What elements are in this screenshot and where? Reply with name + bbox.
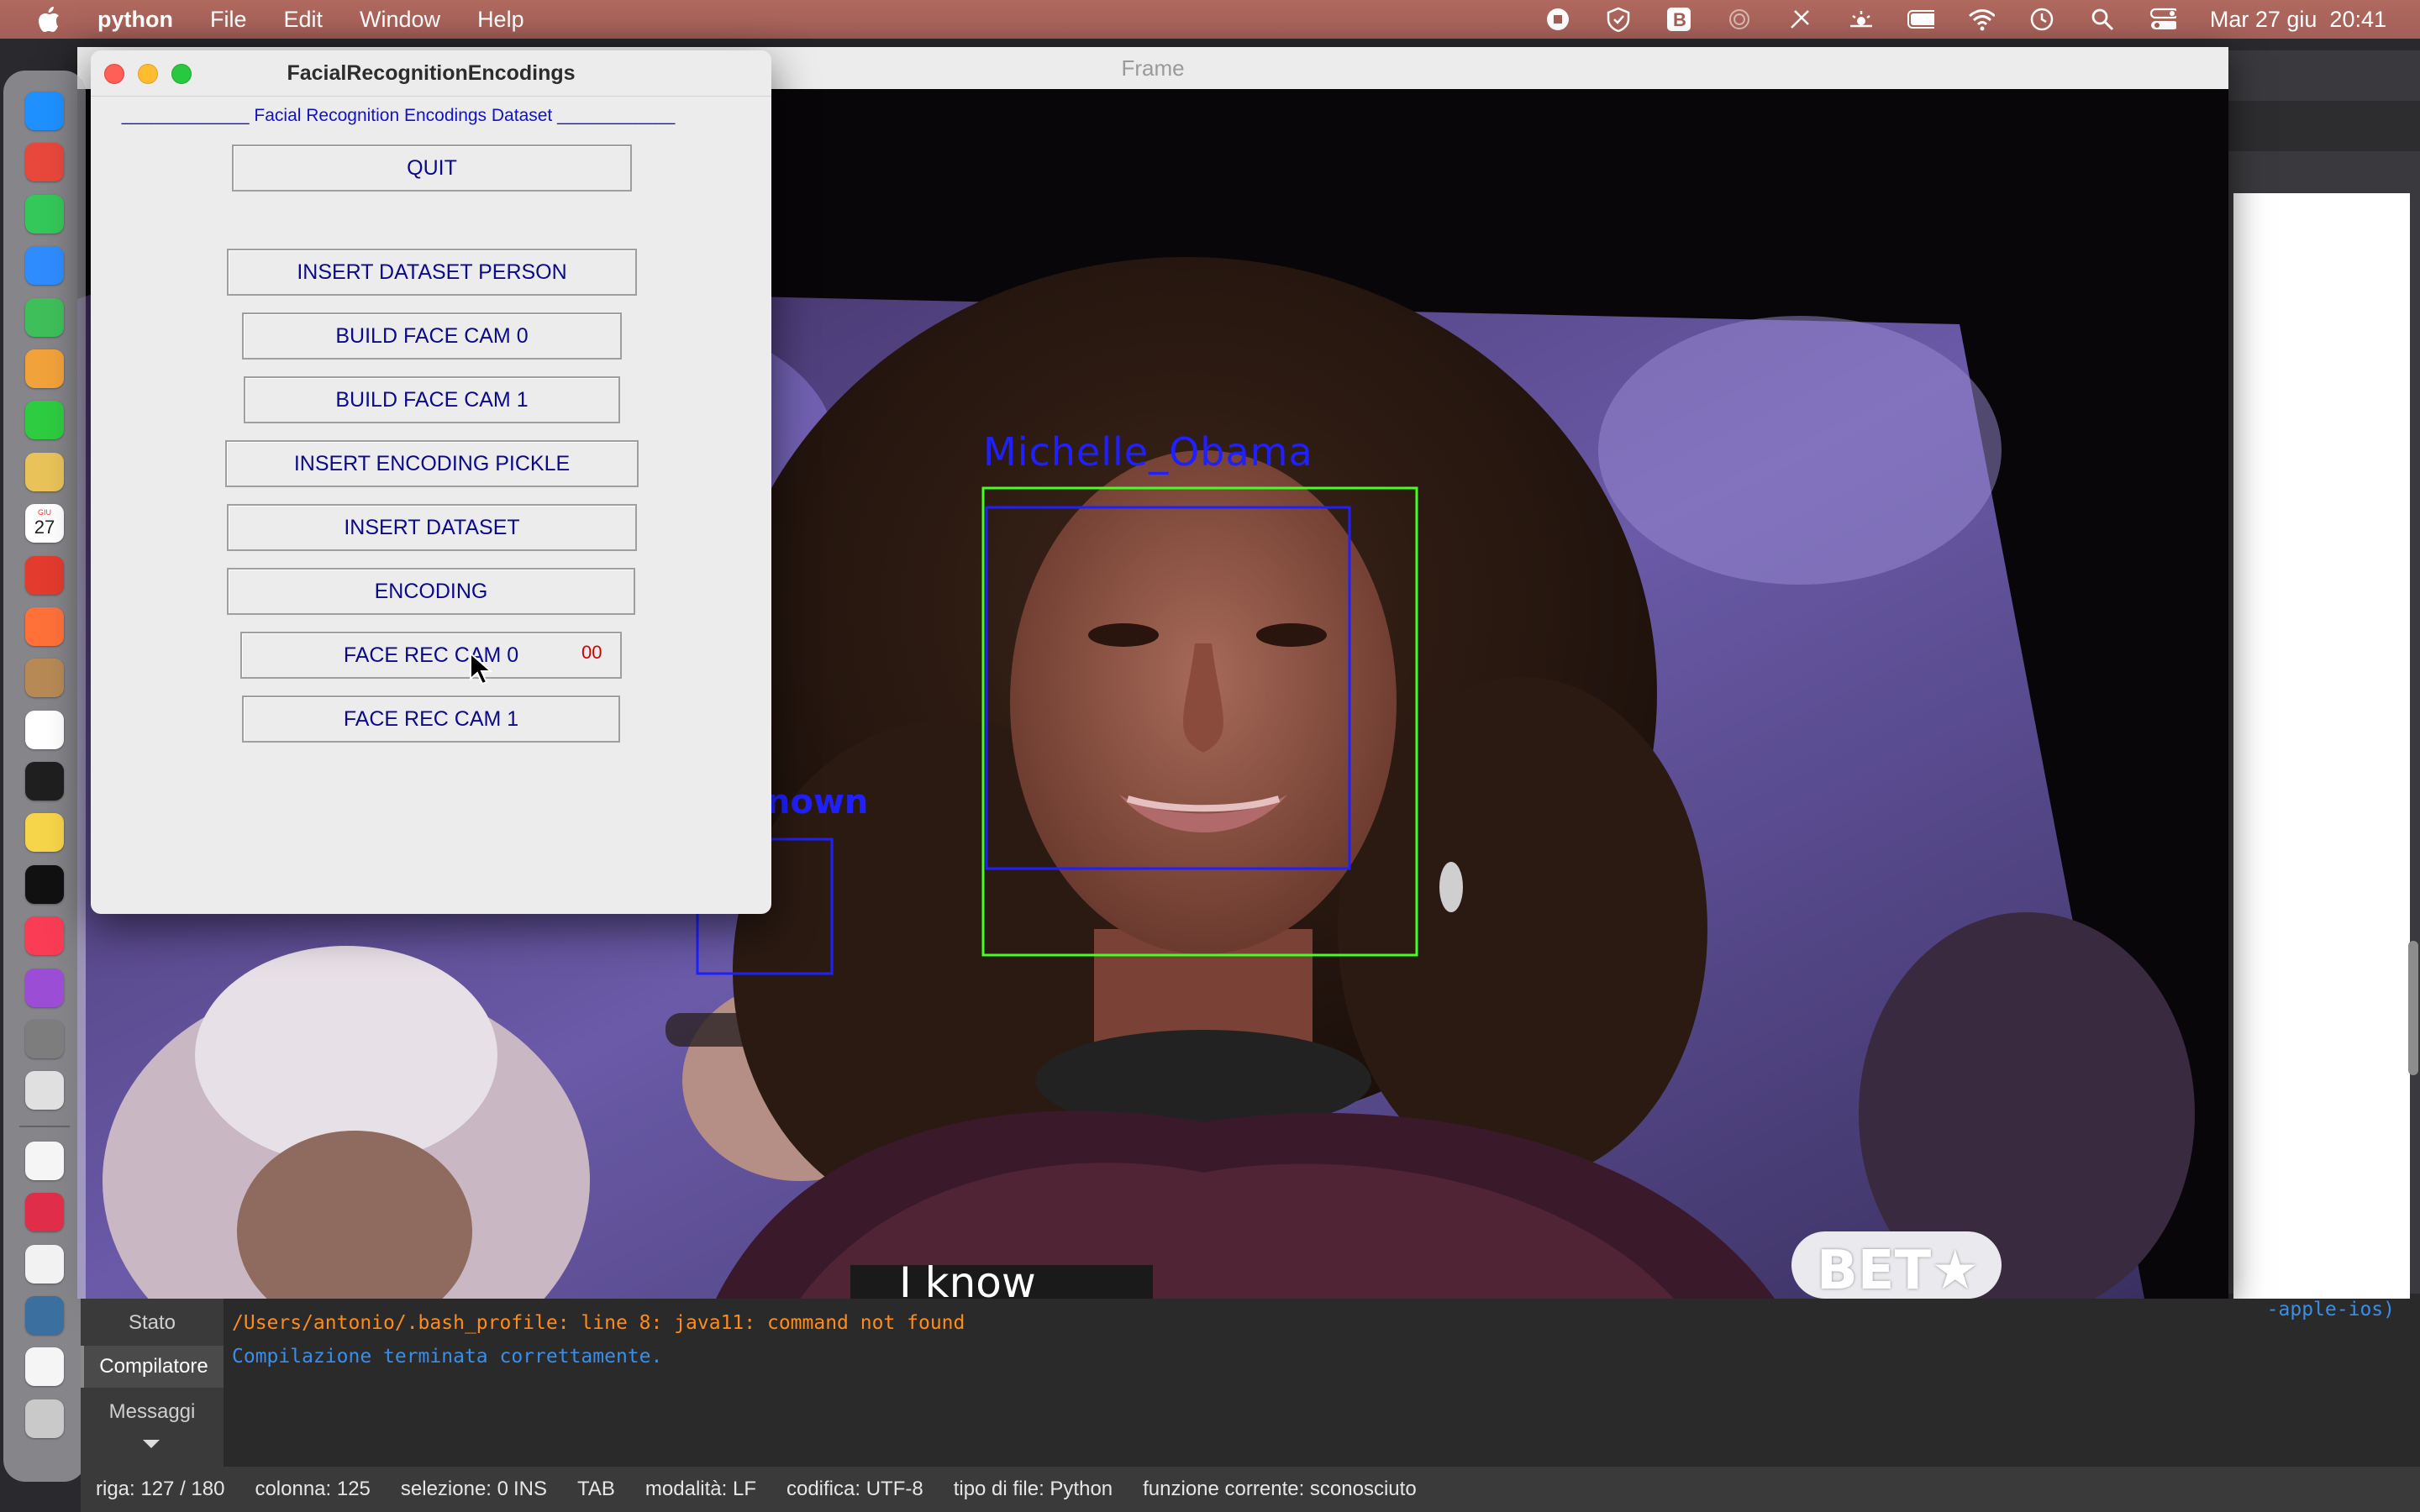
ide-message-panel: -apple-ios) Stato Compilatore Messaggi /…	[81, 1299, 2420, 1467]
messages-icon[interactable]	[25, 194, 64, 234]
status-encoding: codifica: UTF-8	[786, 1478, 923, 1500]
status-row: riga: 127 / 180	[96, 1478, 225, 1500]
menubar-datetime[interactable]: Mar 27 giu 20:41	[2210, 7, 2386, 33]
notes-icon[interactable]	[25, 813, 64, 853]
ide-editor-edge	[2228, 50, 2420, 1302]
calendar-month-label: GIU	[37, 508, 51, 517]
apple-menu-icon[interactable]	[34, 4, 64, 34]
fingerprint-icon[interactable]	[1726, 6, 1753, 33]
tk-window-title: FacialRecognitionEncodings	[287, 60, 576, 85]
mail-icon[interactable]	[25, 246, 64, 286]
textedit-icon[interactable]	[25, 1244, 64, 1284]
status-column: colonna: 125	[255, 1478, 371, 1500]
calendar-icon[interactable]: GIU 27	[25, 504, 64, 543]
b-app-icon[interactable]: B	[1665, 6, 1692, 33]
contacts-icon[interactable]	[25, 659, 64, 698]
build-face-cam-1-button[interactable]: BUILD FACE CAM 1	[244, 376, 620, 423]
status-tab: TAB	[577, 1478, 615, 1500]
podcasts-icon[interactable]	[25, 968, 64, 1007]
preview-icon[interactable]	[25, 1071, 64, 1110]
insert-encoding-pickle-button[interactable]: INSERT ENCODING PICKLE	[225, 440, 639, 487]
menu-window[interactable]: Window	[360, 7, 440, 33]
tk-titlebar[interactable]: FacialRecognitionEncodings	[91, 50, 771, 97]
person-name-label: Michelle_Obama	[983, 429, 1313, 475]
menu-edit[interactable]: Edit	[284, 7, 324, 33]
menu-help[interactable]: Help	[477, 7, 524, 33]
log-line-error: /Users/antonio/.bash_profile: line 8: ja…	[232, 1312, 965, 1334]
maps-icon[interactable]	[25, 297, 64, 337]
music-icon[interactable]	[25, 916, 64, 956]
ide-editor-area[interactable]	[2233, 193, 2410, 1302]
dock-separator	[19, 1125, 70, 1127]
launchpad-icon[interactable]	[25, 143, 64, 182]
build-face-cam-0-button[interactable]: BUILD FACE CAM 0	[242, 312, 622, 360]
status-file-type: tipo di file: Python	[953, 1478, 1113, 1500]
menubar: python File Edit Window Help B Mar 27 gi…	[0, 0, 2420, 39]
mouse-pointer-icon	[470, 652, 493, 685]
file-icon[interactable]	[25, 1347, 64, 1387]
ide-statusbar: riga: 127 / 180 colonna: 125 selezione: …	[81, 1467, 2420, 1512]
brightness-icon[interactable]	[1847, 6, 1874, 33]
tv-caption: I know	[899, 1258, 1036, 1299]
face-rec-cam-1-button[interactable]: FACE REC CAM 1	[242, 696, 620, 743]
face-rec-cam-0-button[interactable]: FACE REC CAM 0	[240, 632, 622, 679]
chrome-icon[interactable]	[25, 555, 64, 595]
facetime-icon[interactable]	[25, 401, 64, 440]
menu-file[interactable]: File	[210, 7, 247, 33]
stop-icon[interactable]	[1544, 6, 1571, 33]
menu-app-name[interactable]: python	[97, 7, 173, 33]
unknown-label: nown	[766, 783, 869, 822]
photos-icon[interactable]	[25, 349, 64, 388]
vpn-shield-icon[interactable]	[1605, 6, 1632, 33]
spotlight-icon[interactable]	[2089, 6, 2116, 33]
quicktime-icon[interactable]	[25, 1295, 64, 1335]
status-current-function: funzione corrente: sconosciuto	[1143, 1478, 1417, 1500]
minimize-icon[interactable]	[138, 64, 158, 84]
tab-stato[interactable]: Stato	[81, 1302, 224, 1344]
frame-title: Frame	[1121, 55, 1185, 81]
cyberduck-icon[interactable]	[25, 452, 64, 491]
firefox-icon[interactable]	[25, 606, 64, 646]
system-settings-icon[interactable]	[25, 1020, 64, 1059]
status-line-ending: modalità: LF	[644, 1478, 756, 1500]
log-line-success: Compilazione terminata correttamente.	[232, 1346, 663, 1368]
apple-tv-icon[interactable]	[25, 864, 64, 904]
status-selection: selezione: 0	[400, 1478, 508, 1500]
tab-messaggi[interactable]: Messaggi	[81, 1391, 224, 1433]
encoding-button[interactable]: ENCODING	[227, 568, 635, 615]
control-center-icon[interactable]	[2149, 6, 2176, 33]
photo-booth-icon[interactable]	[25, 1193, 64, 1232]
ide-toolbar	[2228, 101, 2420, 151]
zoom-icon[interactable]	[171, 64, 192, 84]
calendar-day-label: 27	[34, 517, 55, 538]
tk-window: FacialRecognitionEncodings _____________…	[91, 50, 771, 914]
wifi-icon[interactable]	[1968, 6, 1995, 33]
frame-counter: 00	[581, 642, 602, 663]
trash-icon[interactable]	[25, 1399, 64, 1438]
document-icon[interactable]	[25, 1141, 64, 1180]
time-machine-icon[interactable]	[2028, 6, 2055, 33]
reminders-icon[interactable]	[25, 710, 64, 749]
dock: GIU 27	[3, 71, 86, 1482]
insert-dataset-person-button[interactable]: INSERT DATASET PERSON	[227, 249, 637, 296]
tab-compilatore[interactable]: Compilatore	[81, 1346, 224, 1388]
status-ins: INS	[513, 1478, 548, 1500]
terminal-icon[interactable]	[25, 762, 64, 801]
battery-icon[interactable]	[1907, 6, 1934, 33]
airdrop-icon[interactable]	[1786, 6, 1813, 33]
ide-scrollbar[interactable]	[2408, 941, 2418, 1075]
svg-text:B: B	[1673, 9, 1686, 30]
panel-tabs: Stato Compilatore Messaggi	[81, 1299, 224, 1467]
finder-icon[interactable]	[25, 92, 64, 130]
bet-watermark: BET★	[1817, 1240, 1980, 1299]
close-icon[interactable]	[104, 64, 124, 84]
insert-dataset-button[interactable]: INSERT DATASET	[227, 504, 637, 551]
dataset-heading: _____________ Facial Recognition Encodin…	[121, 106, 676, 125]
truncated-build-line: -apple-ios)	[2266, 1299, 2395, 1320]
chevron-down-icon[interactable]	[143, 1440, 160, 1448]
quit-button[interactable]: QUIT	[232, 144, 632, 192]
